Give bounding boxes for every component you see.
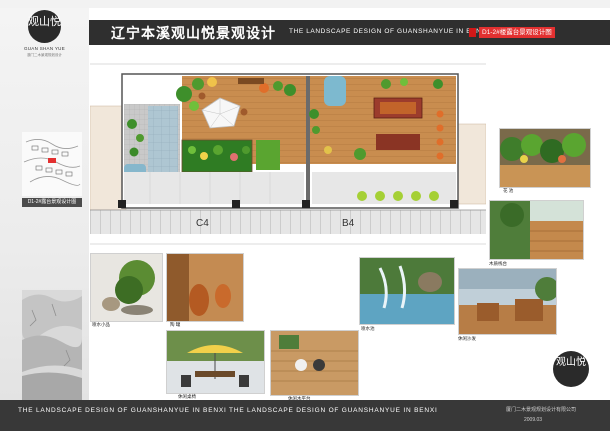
sheet-marker: [469, 28, 476, 37]
caption-fountain-pool: 喷水池: [361, 326, 375, 331]
footer-date: 2009.03: [524, 417, 543, 423]
landscape-sketch: [22, 290, 82, 402]
photo-leisure-platform: [270, 330, 359, 396]
photo-leisure-table-chairs: [166, 330, 265, 394]
zone-label-c4: C4: [196, 218, 209, 229]
landscape-design-board: 辽宁本溪观山悦景观设计 THE LANDSCAPE DESIGN OF GUAN…: [0, 0, 610, 431]
footer-repeat-title: THE LANDSCAPE DESIGN OF GUANSHANYUE IN B…: [18, 407, 438, 414]
caption-flower-bed: 花 池: [503, 188, 514, 193]
logo-english-name: GUAN SHAN YUE: [23, 46, 66, 51]
brand-logo: 观山悦 GUAN SHAN YUE 澳门二木景观规划设计: [22, 10, 67, 60]
site-key-map: [22, 132, 82, 196]
photo-wooden-deck: [489, 200, 584, 260]
logo-tagline: 澳门二木景观规划设计: [27, 53, 62, 57]
project-title-english: THE LANDSCAPE DESIGN OF GUANSHANYUE IN B…: [289, 28, 489, 35]
caption-leisure-sofa: 休闲沙发: [458, 336, 476, 341]
photo-flower-bed: [499, 128, 591, 188]
photo-clay-pots: [166, 253, 244, 322]
caption-wooden-deck: 木质栈台: [489, 261, 507, 266]
project-title-chinese: 辽宁本溪观山悦景观设计: [111, 25, 276, 41]
footer-bar: THE LANDSCAPE DESIGN OF GUANSHANYUE IN B…: [0, 400, 610, 431]
terrace-site-plan: C4 B4: [90, 63, 486, 245]
brand-stamp: 观山悦: [553, 351, 589, 387]
left-column: 观山悦 GUAN SHAN YUE 澳门二木景观规划设计 D1-2#露台景观设计…: [0, 8, 89, 402]
photo-leisure-sofa: [458, 268, 557, 335]
sheet-title: D1-2#楼露台景观设计图: [479, 27, 555, 38]
caption-water-feature: 喷水小品: [92, 322, 110, 327]
footer-company: 厦门二木景观规划设计有限公司: [506, 407, 577, 413]
top-band: [0, 0, 610, 8]
logo-seal: 观山悦: [28, 10, 61, 43]
caption-clay-pots: 陶 罐: [170, 322, 181, 327]
photo-water-feature: [90, 253, 163, 322]
zone-label-b4: B4: [342, 218, 355, 229]
header-bar: 辽宁本溪观山悦景观设计 THE LANDSCAPE DESIGN OF GUAN…: [89, 20, 610, 45]
site-map-label: D1-2#露台景观设计图: [22, 198, 82, 207]
photo-fountain-pool: [359, 257, 455, 325]
